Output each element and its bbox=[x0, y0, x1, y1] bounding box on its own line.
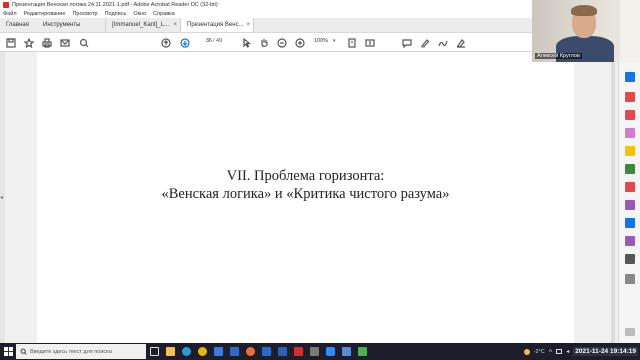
slide-title-line-1: VII. Проблема горизонта: bbox=[226, 168, 385, 184]
network-icon[interactable] bbox=[556, 349, 563, 354]
toolbar: 36 / 49 100% ▾ bbox=[0, 33, 532, 52]
menu-edit[interactable]: Редактирование bbox=[24, 11, 66, 17]
scroll-mode-icon[interactable] bbox=[364, 37, 375, 48]
menu-view[interactable]: Просмотр bbox=[72, 11, 97, 17]
right-tools-panel bbox=[618, 52, 640, 343]
tab-home-label: Главная bbox=[6, 22, 29, 28]
zoom-in-icon[interactable] bbox=[294, 37, 305, 48]
hand-tool-icon[interactable] bbox=[258, 37, 269, 48]
task-view-icon[interactable] bbox=[146, 343, 162, 360]
chevron-up-icon[interactable]: ˄ bbox=[549, 349, 553, 355]
draw-icon[interactable] bbox=[437, 37, 448, 48]
photos-icon[interactable] bbox=[338, 343, 354, 360]
mail-icon[interactable] bbox=[226, 343, 242, 360]
tab-document-kant[interactable]: [Immanuel_Kant]_L... × bbox=[105, 18, 180, 32]
title-bar: Презентация Венская логика 24.11.2021-1.… bbox=[0, 0, 532, 9]
taskbar-search-box[interactable]: Введите здесь текст для поиска bbox=[16, 344, 146, 359]
windows-taskbar: Введите здесь текст для поиска -2°C ˄ ◂ … bbox=[0, 343, 640, 360]
chevron-left-icon[interactable]: ◂ bbox=[0, 194, 3, 201]
vertical-scrollbar[interactable] bbox=[575, 52, 618, 343]
close-icon[interactable]: × bbox=[246, 22, 250, 28]
protect-icon[interactable] bbox=[625, 218, 635, 228]
acrobat-taskbar-icon[interactable] bbox=[290, 343, 306, 360]
email-icon[interactable] bbox=[59, 37, 70, 48]
previous-page-icon[interactable] bbox=[160, 37, 171, 48]
chrome-icon[interactable] bbox=[194, 343, 210, 360]
app-icon[interactable] bbox=[354, 343, 370, 360]
edge-icon[interactable] bbox=[178, 343, 194, 360]
edit-pdf-icon[interactable] bbox=[625, 128, 635, 138]
tools-settings-icon[interactable] bbox=[625, 274, 635, 284]
combine-files-icon[interactable] bbox=[625, 164, 635, 174]
menu-file[interactable]: Файл bbox=[3, 11, 17, 17]
menu-help[interactable]: Справка bbox=[153, 11, 175, 17]
organize-pages-icon[interactable] bbox=[625, 182, 635, 192]
volume-icon[interactable]: ◂ bbox=[566, 348, 569, 355]
tab-home[interactable]: Главная bbox=[0, 18, 37, 32]
page-total: / 49 bbox=[213, 38, 223, 44]
taskbar-search-placeholder: Введите здесь текст для поиска bbox=[30, 348, 112, 355]
star-icon[interactable] bbox=[23, 37, 34, 48]
menu-sign[interactable]: Подпись bbox=[105, 11, 127, 17]
windows-start-icon[interactable] bbox=[0, 343, 16, 360]
next-page-icon[interactable] bbox=[179, 37, 190, 48]
search-tool-icon[interactable] bbox=[625, 72, 635, 82]
webcam-door bbox=[620, 0, 640, 62]
temperature[interactable]: -2°C bbox=[534, 349, 545, 355]
collapse-panel-icon[interactable] bbox=[625, 328, 635, 336]
zoom-dropdown[interactable]: ▾ bbox=[333, 38, 336, 44]
search-icon[interactable] bbox=[78, 37, 89, 48]
file-explorer-icon[interactable] bbox=[162, 343, 178, 360]
zoom-level[interactable]: 100% bbox=[314, 38, 344, 47]
tab-tools[interactable]: Инструменты bbox=[37, 18, 105, 32]
zoom-out-icon[interactable] bbox=[276, 37, 287, 48]
outlook-icon[interactable] bbox=[258, 343, 274, 360]
comment-icon[interactable] bbox=[401, 37, 412, 48]
firefox-icon[interactable] bbox=[242, 343, 258, 360]
left-pane-toggle[interactable]: ◂ bbox=[0, 52, 5, 343]
tab-tools-label: Инструменты bbox=[43, 22, 81, 28]
clock[interactable]: 2021-11-24 19:14:19 bbox=[573, 347, 638, 356]
store-icon[interactable] bbox=[210, 343, 226, 360]
close-icon[interactable]: × bbox=[173, 22, 177, 28]
search-icon bbox=[20, 348, 27, 355]
scrollbar-thumb[interactable] bbox=[611, 52, 615, 343]
pdf-page: VII. Проблема горизонта: «Венская логика… bbox=[37, 52, 574, 343]
tab-document-presentation[interactable]: Презентация Венс... × bbox=[180, 18, 254, 32]
save-icon[interactable] bbox=[5, 37, 16, 48]
weather-icon[interactable] bbox=[523, 348, 530, 355]
participant-name: Алексей Круглов bbox=[535, 53, 582, 59]
zoom-app-icon[interactable] bbox=[322, 343, 338, 360]
menu-window[interactable]: Окно bbox=[133, 11, 146, 17]
export-pdf-icon[interactable] bbox=[625, 92, 635, 102]
tab-document-kant-label: [Immanuel_Kant]_L... bbox=[112, 22, 170, 28]
system-tray: -2°C ˄ ◂ 2021-11-24 19:14:19 bbox=[523, 343, 640, 360]
tab-bar: Главная Инструменты [Immanuel_Kant]_L...… bbox=[0, 18, 532, 33]
fit-page-icon[interactable] bbox=[346, 37, 357, 48]
tab-document-presentation-label: Презентация Венс... bbox=[187, 22, 244, 28]
page-number-input[interactable]: 36 bbox=[196, 38, 212, 47]
fill-sign-icon[interactable] bbox=[455, 37, 466, 48]
highlight-pen-icon[interactable] bbox=[419, 37, 430, 48]
webcam-person-hair bbox=[571, 5, 597, 16]
window-title: Презентация Венская логика 24.11.2021-1.… bbox=[12, 1, 218, 8]
acrobat-app-icon bbox=[3, 1, 9, 8]
comment-tool-icon[interactable] bbox=[625, 146, 635, 156]
word-icon[interactable] bbox=[274, 343, 290, 360]
document-area[interactable]: ◂ VII. Проблема горизонта: «Венская логи… bbox=[0, 52, 618, 343]
fill-sign-tool-icon[interactable] bbox=[625, 200, 635, 210]
more-tools-icon[interactable] bbox=[625, 254, 635, 264]
slide-title: VII. Проблема горизонта: «Венская логика… bbox=[37, 167, 574, 203]
print-icon[interactable] bbox=[41, 37, 52, 48]
webcam-video: Алексей Круглов bbox=[532, 0, 640, 62]
slide-title-line-2: «Венская логика» и «Критика чистого разу… bbox=[161, 186, 450, 202]
select-cursor-icon[interactable] bbox=[241, 37, 252, 48]
send-for-signature-icon[interactable] bbox=[625, 236, 635, 246]
app-icon[interactable] bbox=[306, 343, 322, 360]
create-pdf-icon[interactable] bbox=[625, 110, 635, 120]
menu-bar: Файл Редактирование Просмотр Подпись Окн… bbox=[0, 9, 532, 18]
